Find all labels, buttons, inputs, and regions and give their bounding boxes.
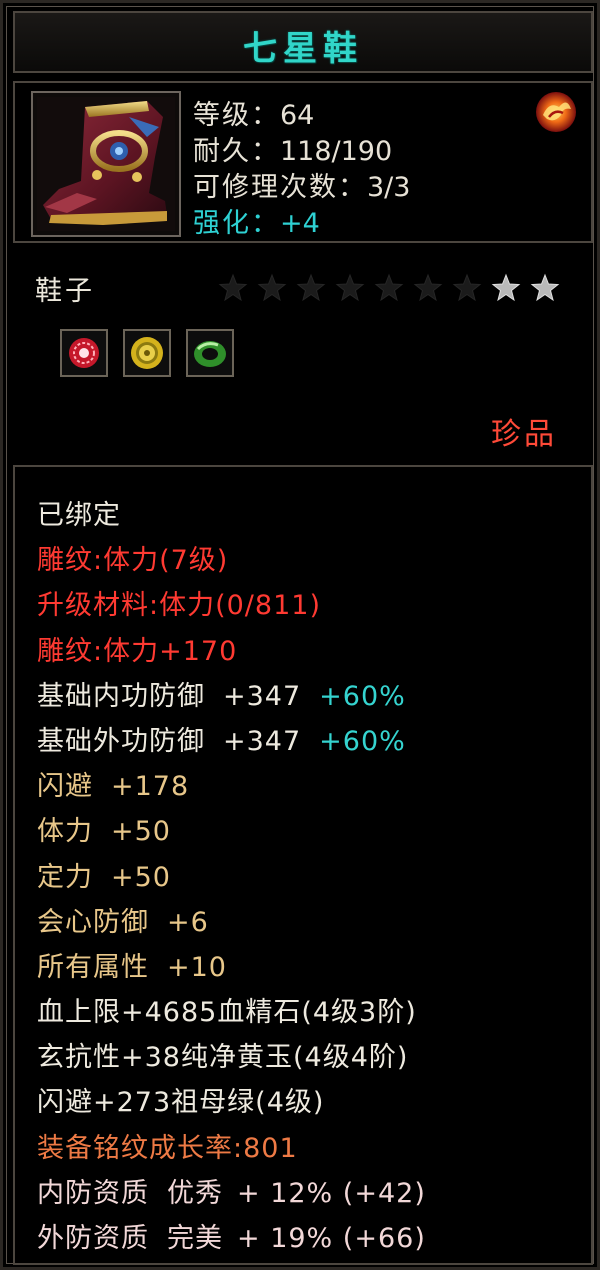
bound-status: 已绑定 bbox=[37, 500, 121, 531]
rarity-label: 珍品 bbox=[491, 417, 557, 452]
star-empty-icon bbox=[257, 273, 287, 302]
stamina-line: 体力 +50 bbox=[37, 809, 426, 854]
growth-rate-line: 装备铭纹成长率:801 bbox=[37, 1132, 298, 1164]
quality-label: 内防资质 bbox=[37, 1177, 149, 1209]
flame-orb-icon bbox=[536, 92, 576, 132]
inner-quality-line: 内防资质 优秀 + 12% (+42) bbox=[37, 1171, 426, 1216]
star-empty-icon bbox=[335, 273, 365, 302]
crit-defense-line: 会心防御 +6 bbox=[37, 900, 426, 945]
stat-percent: +60% bbox=[319, 725, 406, 757]
item-details: 已绑定 雕纹:体力(7级) 升级材料:体力(0/811) 雕纹:体力+170 基… bbox=[13, 465, 593, 1265]
level-label: 等级： bbox=[193, 100, 280, 131]
stat-value: +6 bbox=[167, 906, 209, 938]
base-inner-defense-line: 基础内功防御 +347 +60% bbox=[37, 674, 426, 719]
repair-value: 3/3 bbox=[367, 172, 411, 203]
all-attributes-line: 所有属性 +10 bbox=[37, 945, 426, 990]
level-value: 64 bbox=[280, 100, 315, 131]
stat-percent: +60% bbox=[319, 680, 406, 712]
upgrade-material-line: 升级材料:体力(0/811) bbox=[37, 590, 321, 622]
stat-label: 所有属性 bbox=[37, 951, 149, 983]
boot-icon bbox=[37, 97, 175, 231]
gem-socket-red[interactable] bbox=[60, 329, 108, 377]
stat-value: +10 bbox=[167, 951, 227, 983]
stat-value: +178 bbox=[111, 771, 190, 803]
item-icon-slot[interactable] bbox=[31, 91, 181, 237]
star-empty-icon bbox=[218, 273, 248, 302]
item-tooltip: 七星鞋 等级：64 耐久：118/190 可修理次数：3/3 强化：+4 鞋子 … bbox=[0, 0, 600, 1270]
engrave-line: 雕纹:体力(7级) bbox=[37, 545, 229, 577]
engrave-bonus-line: 雕纹:体力+170 bbox=[37, 635, 238, 667]
level-line: 等级：64 bbox=[193, 93, 314, 132]
enhance-line: 强化：+4 bbox=[193, 201, 320, 240]
star-filled-icon bbox=[530, 273, 560, 302]
focus-line: 定力 +50 bbox=[37, 855, 426, 900]
quality-grade: 完美 bbox=[167, 1223, 223, 1254]
durability-value: 118/190 bbox=[280, 136, 393, 167]
gem-bonus-line: 玄抗性+38纯净黄玉(4级4阶) bbox=[37, 1042, 409, 1074]
quality-value: + 19% (+66) bbox=[237, 1223, 426, 1254]
star-empty-icon bbox=[296, 273, 326, 302]
gem-bonus-line: 闪避+273祖母绿(4级) bbox=[37, 1087, 325, 1119]
stat-value: +347 bbox=[223, 725, 302, 757]
quality-grade: 优秀 bbox=[167, 1177, 223, 1209]
stat-value: +347 bbox=[223, 680, 302, 712]
gem-socket-gold[interactable] bbox=[123, 329, 172, 377]
red-gem-icon bbox=[69, 338, 99, 368]
stat-label: 基础内功防御 bbox=[37, 680, 205, 712]
star-rating bbox=[218, 273, 569, 303]
item-header: 等级：64 耐久：118/190 可修理次数：3/3 强化：+4 bbox=[13, 81, 593, 243]
repair-line: 可修理次数：3/3 bbox=[193, 165, 410, 204]
gem-bonus-line: 血上限+4685血精石(4级3阶) bbox=[37, 997, 417, 1029]
stat-label: 体力 bbox=[37, 816, 93, 848]
stat-label: 基础外功防御 bbox=[37, 725, 205, 757]
quality-value: + 12% (+42) bbox=[237, 1177, 426, 1209]
base-outer-defense-line: 基础外功防御 +347 +60% bbox=[37, 719, 426, 764]
star-empty-icon bbox=[413, 273, 443, 302]
stat-value: +50 bbox=[111, 861, 171, 893]
stat-label: 会心防御 bbox=[37, 906, 149, 938]
jade-ring-icon bbox=[194, 341, 227, 367]
repair-label: 可修理次数： bbox=[193, 172, 367, 203]
item-name: 七星鞋 bbox=[243, 29, 363, 69]
outer-quality-line: 外防资质 完美 + 19% (+66) bbox=[37, 1216, 426, 1261]
title-bar: 七星鞋 bbox=[13, 11, 593, 73]
durability-line: 耐久：118/190 bbox=[193, 129, 392, 168]
durability-label: 耐久： bbox=[193, 136, 280, 167]
star-empty-icon bbox=[374, 273, 404, 302]
stat-value: +50 bbox=[111, 816, 171, 848]
quality-label: 外防资质 bbox=[37, 1223, 149, 1254]
gem-socket-green[interactable] bbox=[186, 329, 235, 377]
stat-label: 闪避 bbox=[37, 771, 93, 803]
item-summary: 鞋子 珍品 bbox=[13, 247, 593, 459]
item-type: 鞋子 bbox=[35, 276, 95, 307]
gold-coin-icon bbox=[131, 337, 164, 369]
dodge-line: 闪避 +178 bbox=[37, 764, 426, 809]
star-empty-icon bbox=[452, 273, 482, 302]
enhance-label: 强化： bbox=[193, 208, 280, 239]
gem-sockets bbox=[60, 329, 244, 377]
star-filled-icon bbox=[491, 273, 521, 302]
stat-label: 定力 bbox=[37, 861, 93, 893]
enhance-value: +4 bbox=[280, 208, 320, 239]
